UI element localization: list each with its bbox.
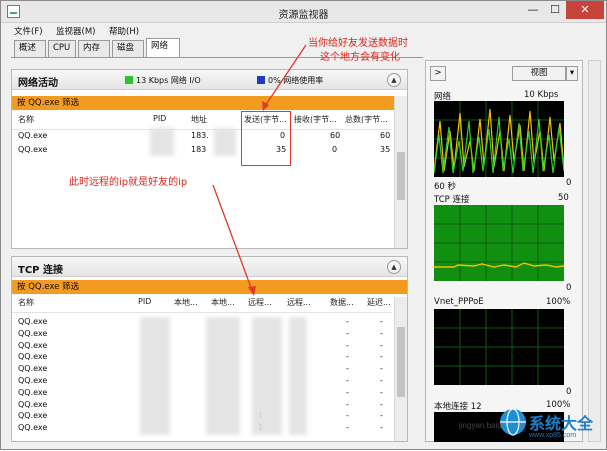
watermark-site: www.xp85.com xyxy=(529,432,577,439)
watermark-faint: jingyan.baidu.com xyxy=(459,421,524,430)
annotation-arrows xyxy=(212,44,307,296)
resource-monitor-window: 资源监视器 — ☐ ✕ 文件(F) 监视器(M) 帮助(H) 概述 CPU 内存… xyxy=(0,0,607,450)
watermark-brand: 系统大全 xyxy=(529,416,594,433)
